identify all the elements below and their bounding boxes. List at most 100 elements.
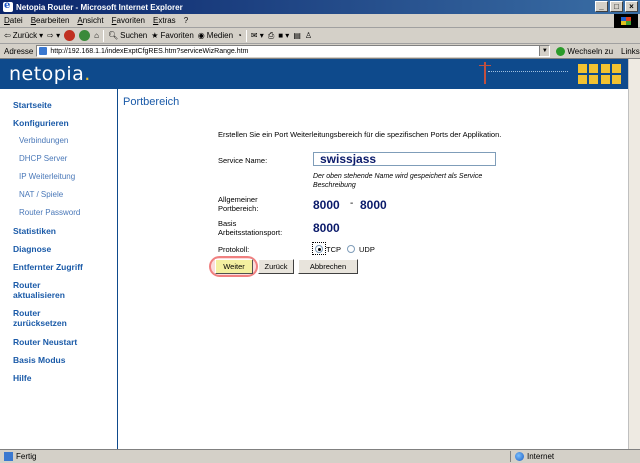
sidebar-item-router-password[interactable]: Router Password <box>19 208 80 218</box>
service-name-label: Service Name: <box>218 156 268 165</box>
sidebar-item-entfernter-zugriff[interactable]: Entfernter Zugriff <box>13 262 83 272</box>
menu-datei[interactable]: Datei <box>4 16 23 25</box>
sidebar-item-label: Router <box>13 280 41 290</box>
refresh-button[interactable] <box>79 30 91 41</box>
menu-help[interactable]: ? <box>184 16 188 25</box>
links-button[interactable]: Links <box>621 47 640 56</box>
help-line: Der oben stehende Name wird gespeichert … <box>313 173 483 180</box>
address-label: Adresse <box>4 46 34 56</box>
next-button[interactable]: Weiter <box>215 259 253 274</box>
window-title-bar: Netopia Router - Microsoft Internet Expl… <box>0 0 640 14</box>
logo-text: netopia <box>9 63 85 85</box>
cancel-button[interactable]: Abbrechen <box>298 259 358 274</box>
label-line: Arbeitsstationsport: <box>218 228 283 237</box>
maximize-button[interactable]: □ <box>610 1 623 12</box>
toolbar: ⇦ Zurück ▾ ⇨ ▾ ⌂ 🔍︎ Suchen ★ Favoriten ◉… <box>0 28 640 44</box>
sidebar-item-verbindungen[interactable]: Verbindungen <box>19 136 68 146</box>
minimize-button[interactable]: _ <box>595 1 608 12</box>
window-graphic-icon <box>601 64 621 84</box>
range-separator: - <box>350 198 354 209</box>
search-icon: 🔍︎ <box>107 31 119 40</box>
sidebar-item-basis-modus[interactable]: Basis Modus <box>13 355 65 365</box>
home-icon: ⌂ <box>94 31 99 40</box>
forward-arrow-icon: ⇨ ▾ <box>47 31 61 40</box>
sidebar-item-router-zuruecksetzen[interactable]: Router zurücksetzen <box>13 308 67 328</box>
media-label: Medien <box>206 31 234 40</box>
globe-icon <box>515 452 524 461</box>
window-controls: _ □ × <box>595 1 638 12</box>
windows-logo-icon <box>614 14 638 28</box>
status-bar: Fertig Internet <box>0 449 640 463</box>
dropdown-icon: ▾ <box>39 31 44 40</box>
protocol-tcp-radio[interactable] <box>315 245 323 253</box>
media-button[interactable]: ◉ Medien <box>198 31 233 40</box>
port-range-end-input[interactable]: 8000 <box>360 198 387 212</box>
favorites-label: Favoriten <box>160 31 194 40</box>
close-button[interactable]: × <box>625 1 638 12</box>
menu-extras[interactable]: Extras <box>153 16 176 25</box>
go-button[interactable]: Wechseln zu <box>556 46 614 56</box>
discuss-button[interactable]: ▤ <box>293 31 301 40</box>
toolbar-separator <box>245 29 247 42</box>
home-button[interactable]: ⌂ <box>94 31 99 40</box>
favorites-button[interactable]: ★ Favoriten <box>151 31 194 40</box>
back-button[interactable]: ⇦ Zurück ▾ <box>4 31 43 40</box>
protocol-tcp-label: TCP <box>326 245 341 254</box>
window-graphic-icon <box>578 64 598 84</box>
messenger-button[interactable]: ♙ <box>305 31 312 40</box>
sidebar-item-konfigurieren[interactable]: Konfigurieren <box>13 118 69 128</box>
netopia-banner: netopia. <box>0 59 628 89</box>
mail-button[interactable]: ✉ ▾ <box>251 31 264 40</box>
sidebar-item-router-aktualisieren[interactable]: Router aktualisieren <box>13 280 65 300</box>
intro-text: Erstellen Sie ein Port Weiterleitungsber… <box>218 130 502 139</box>
service-name-input[interactable]: swissjass <box>313 152 496 166</box>
address-dropdown-icon[interactable]: ▼ <box>539 46 550 56</box>
help-line: Beschreibung <box>313 182 356 189</box>
port-range-start-input[interactable]: 8000 <box>313 198 340 212</box>
sidebar-item-hilfe[interactable]: Hilfe <box>13 373 31 383</box>
stop-button[interactable] <box>64 30 76 41</box>
messenger-icon: ♙ <box>304 31 313 40</box>
edit-button[interactable]: ■ ▾ <box>278 31 289 40</box>
go-arrow-icon <box>556 46 566 56</box>
security-zone: Internet <box>510 451 554 462</box>
sidebar-item-diagnose[interactable]: Diagnose <box>13 244 51 254</box>
sidebar-item-router-neustart[interactable]: Router Neustart <box>13 337 77 347</box>
page-icon <box>39 47 48 55</box>
back-arrow-icon: ⇦ <box>4 31 11 40</box>
protocol-udp-radio[interactable] <box>347 245 355 253</box>
go-label: Wechseln zu <box>567 46 614 56</box>
mail-icon: ✉ ▾ <box>250 31 264 40</box>
search-label: Suchen <box>120 31 148 40</box>
favorites-icon: ★ <box>151 31 159 40</box>
menu-ansicht[interactable]: Ansicht <box>77 16 103 25</box>
search-button[interactable]: 🔍︎ Suchen <box>108 31 147 40</box>
service-name-help: Der oben stehende Name wird gespeichert … <box>313 172 513 190</box>
sidebar-item-dhcp-server[interactable]: DHCP Server <box>19 154 67 164</box>
print-button[interactable]: ⎙ <box>268 31 274 41</box>
base-port-input[interactable]: 8000 <box>313 221 340 235</box>
sidebar-item-nat-spiele[interactable]: NAT / Spiele <box>19 190 63 200</box>
sidebar-item-startseite[interactable]: Startseite <box>13 100 52 110</box>
menu-favoriten[interactable]: Favoriten <box>112 16 145 25</box>
zone-label: Internet <box>527 452 555 461</box>
sidebar-item-statistiken[interactable]: Statistiken <box>13 226 56 236</box>
sidebar-item-ip-weiterleitung[interactable]: IP Weiterleitung <box>19 172 75 182</box>
window-title: Netopia Router - Microsoft Internet Expl… <box>16 2 183 12</box>
menu-bar: Datei Bearbeiten Ansicht Favoriten Extra… <box>0 14 640 28</box>
label-line: Basis <box>218 219 237 228</box>
sidebar-nav: Startseite Konfigurieren Verbindungen DH… <box>0 89 118 449</box>
refresh-icon <box>79 30 91 41</box>
sidebar-item-label: aktualisieren <box>13 290 65 300</box>
address-input[interactable]: http://192.168.1.1/indexExptCfgRES.htm?s… <box>36 45 551 57</box>
vertical-scrollbar[interactable] <box>628 59 640 449</box>
ie-logo-icon <box>3 0 13 12</box>
history-button[interactable]: ◔ <box>237 31 242 40</box>
menu-bearbeiten[interactable]: Bearbeiten <box>31 16 70 25</box>
forward-button[interactable]: ⇨ ▾ <box>47 31 60 40</box>
antenna-icon <box>479 62 491 84</box>
sidebar-item-label: Router <box>13 308 41 318</box>
discuss-icon: ▤ <box>293 31 301 40</box>
back-form-button[interactable]: Zurück <box>258 259 294 274</box>
page-content: netopia. Startseite Konfigurieren Verbin… <box>0 59 628 449</box>
